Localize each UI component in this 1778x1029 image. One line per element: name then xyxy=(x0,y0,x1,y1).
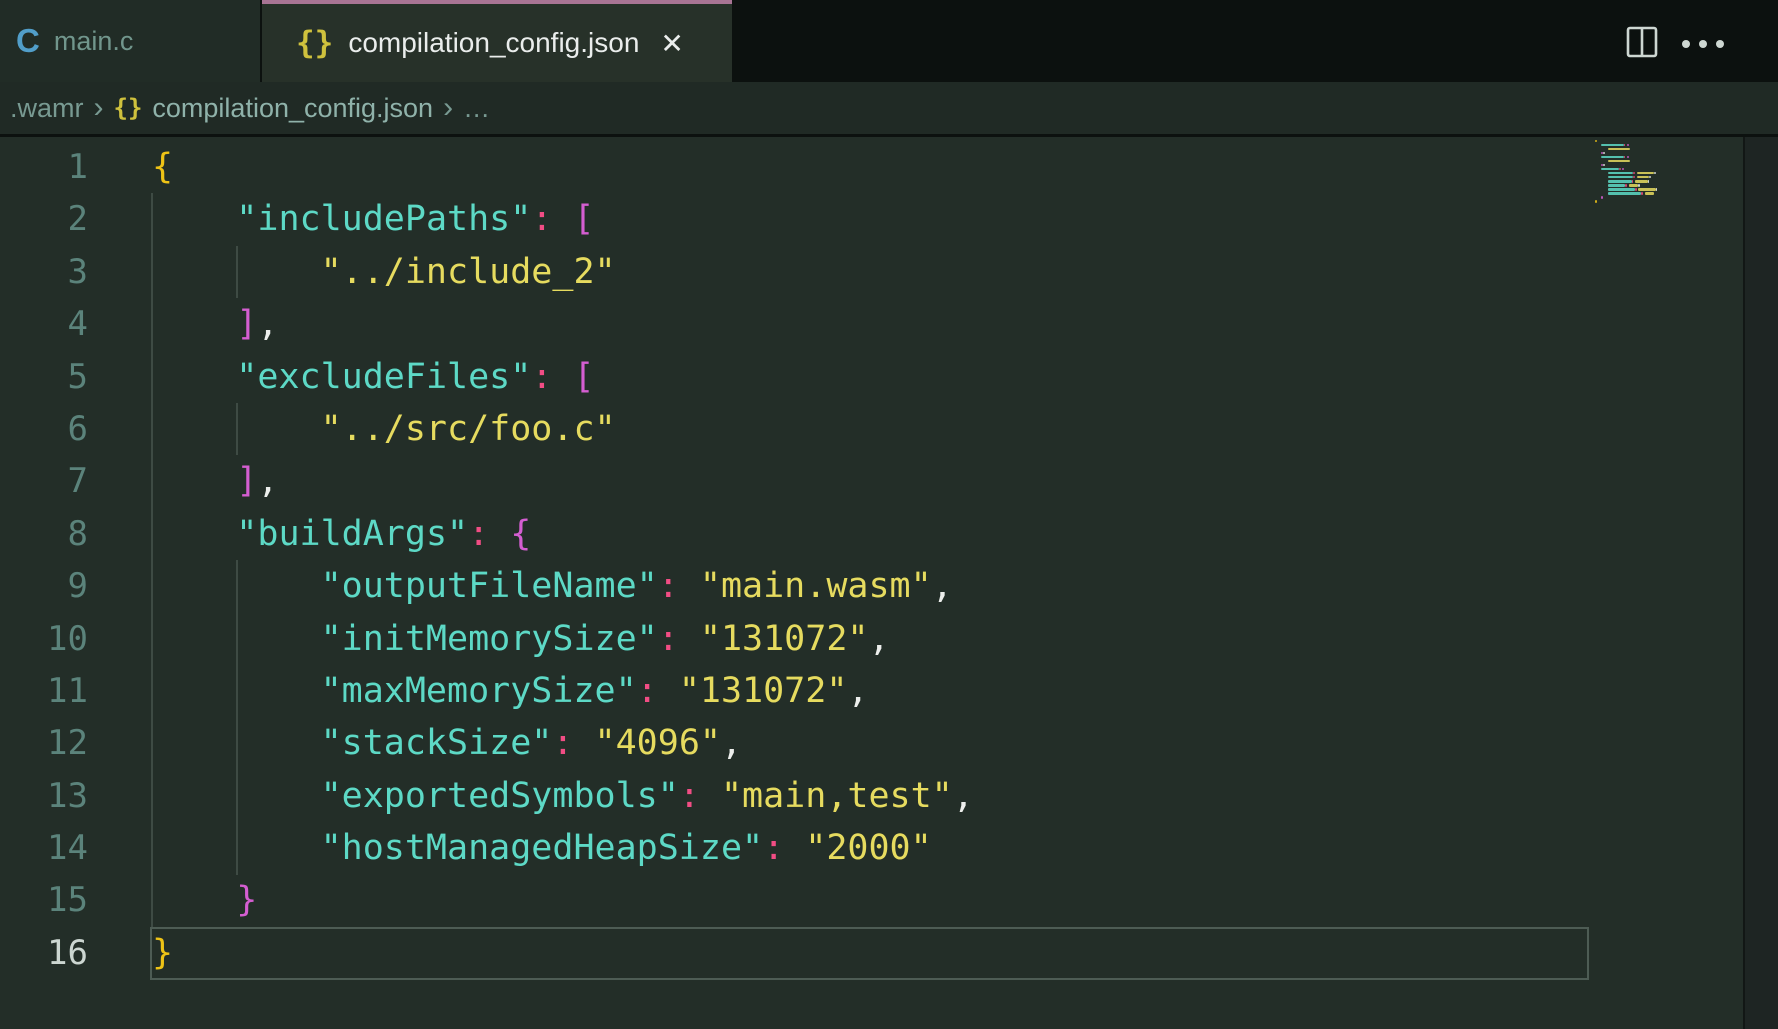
chevron-right-icon: › xyxy=(94,91,104,125)
minimap-line xyxy=(1624,144,1626,147)
more-actions-icon[interactable] xyxy=(1682,40,1724,48)
minimap-line xyxy=(1656,188,1658,191)
line-number[interactable]: 8 xyxy=(0,508,88,560)
code-line[interactable]: "stackSize": "4096", xyxy=(152,717,974,769)
minimap-line xyxy=(1622,168,1624,171)
code-line[interactable]: "initMemorySize": "131072", xyxy=(152,613,974,665)
line-number[interactable]: 7 xyxy=(0,455,88,507)
code-line[interactable]: "includePaths": [ xyxy=(152,193,974,245)
minimap-line xyxy=(1603,152,1605,155)
minimap-line xyxy=(1624,156,1626,159)
minimap-line xyxy=(1595,140,1597,143)
json-braces-icon: {} xyxy=(114,94,143,122)
vertical-scrollbar[interactable] xyxy=(1743,137,1778,1029)
minimap-line xyxy=(1641,192,1643,195)
minimap-line xyxy=(1633,176,1635,179)
minimap-line xyxy=(1627,144,1629,147)
tab-compilation-config-json[interactable]: {} compilation_config.json ✕ xyxy=(262,0,732,82)
line-number[interactable]: 12 xyxy=(0,717,88,769)
code-line[interactable]: "exportedSymbols": "main,test", xyxy=(152,770,974,822)
minimap-line xyxy=(1608,184,1626,187)
line-number-gutter: 12345678910111213141516 xyxy=(0,141,88,979)
tab-bar: C main.c {} compilation_config.json ✕ xyxy=(0,0,1778,82)
line-number[interactable]: 10 xyxy=(0,613,88,665)
breadcrumb-file[interactable]: compilation_config.json xyxy=(152,93,433,124)
minimap-line xyxy=(1629,184,1639,187)
line-number[interactable]: 2 xyxy=(0,193,88,245)
minimap-line xyxy=(1601,196,1603,199)
minimap-line xyxy=(1638,184,1640,187)
code-line[interactable]: "hostManagedHeapSize": "2000" xyxy=(152,822,974,874)
tab-label: compilation_config.json xyxy=(348,27,639,59)
minimap-line xyxy=(1638,188,1656,191)
line-number[interactable]: 14 xyxy=(0,822,88,874)
dot xyxy=(1699,40,1707,48)
minimap-line xyxy=(1608,148,1630,151)
code-line[interactable]: "../src/foo.c" xyxy=(152,403,974,455)
tab-label: main.c xyxy=(54,26,134,57)
code-line[interactable]: { xyxy=(152,141,974,193)
minimap-line xyxy=(1608,176,1634,179)
code-editor[interactable]: 12345678910111213141516 { "includePaths"… xyxy=(0,137,1778,1029)
split-editor-icon[interactable] xyxy=(1626,26,1658,58)
line-number[interactable]: 9 xyxy=(0,560,88,612)
minimap-line xyxy=(1619,168,1621,171)
current-line-highlight xyxy=(150,927,1589,980)
minimap-line xyxy=(1608,172,1634,175)
breadcrumb-symbol-more[interactable]: … xyxy=(463,93,490,124)
line-number[interactable]: 1 xyxy=(0,141,88,193)
minimap-line xyxy=(1608,192,1642,195)
minimap-line xyxy=(1654,172,1656,175)
code-line[interactable]: "../include_2" xyxy=(152,246,974,298)
c-file-icon: C xyxy=(16,22,40,60)
minimap[interactable] xyxy=(1589,137,1743,1029)
minimap-line xyxy=(1625,184,1627,187)
breadcrumb-folder[interactable]: .wamr xyxy=(10,93,84,124)
minimap-line xyxy=(1601,144,1623,147)
line-number[interactable]: 16 xyxy=(0,927,88,979)
minimap-line xyxy=(1601,168,1619,171)
minimap-line xyxy=(1632,180,1634,183)
minimap-line xyxy=(1649,176,1651,179)
minimap-line xyxy=(1627,156,1629,159)
breadcrumb: .wamr › {} compilation_config.json › … xyxy=(0,82,1778,137)
json-braces-icon: {} xyxy=(296,25,333,61)
line-number[interactable]: 5 xyxy=(0,351,88,403)
minimap-line xyxy=(1645,192,1655,195)
minimap-line xyxy=(1608,188,1635,191)
minimap-line xyxy=(1608,180,1632,183)
code-line[interactable]: "excludeFiles": [ xyxy=(152,351,974,403)
code-line[interactable]: ], xyxy=(152,455,974,507)
code-line[interactable]: ], xyxy=(152,298,974,350)
line-number[interactable]: 11 xyxy=(0,665,88,717)
minimap-line xyxy=(1608,160,1630,163)
code-line[interactable]: } xyxy=(152,874,974,926)
line-number[interactable]: 3 xyxy=(0,246,88,298)
line-number[interactable]: 13 xyxy=(0,770,88,822)
chevron-right-icon: › xyxy=(443,91,453,125)
line-number[interactable]: 6 xyxy=(0,403,88,455)
line-number[interactable]: 15 xyxy=(0,874,88,926)
minimap-line xyxy=(1595,200,1597,203)
code-line[interactable]: "outputFileName": "main.wasm", xyxy=(152,560,974,612)
minimap-line xyxy=(1637,176,1650,179)
minimap-line xyxy=(1648,180,1650,183)
minimap-line xyxy=(1633,172,1635,175)
code-line[interactable]: "maxMemorySize": "131072", xyxy=(152,665,974,717)
minimap-line xyxy=(1635,188,1637,191)
editor-actions xyxy=(1618,0,1778,82)
minimap-line xyxy=(1635,180,1648,183)
close-tab-icon[interactable]: ✕ xyxy=(660,27,683,60)
tab-main-c[interactable]: C main.c xyxy=(0,0,262,82)
minimap-line xyxy=(1603,164,1605,167)
dot xyxy=(1716,40,1724,48)
code-content[interactable]: { "includePaths": [ "../include_2" ], "e… xyxy=(152,141,974,979)
minimap-line xyxy=(1601,156,1623,159)
line-number[interactable]: 4 xyxy=(0,298,88,350)
minimap-line xyxy=(1637,172,1655,175)
dot xyxy=(1682,40,1690,48)
code-line[interactable]: "buildArgs": { xyxy=(152,508,974,560)
